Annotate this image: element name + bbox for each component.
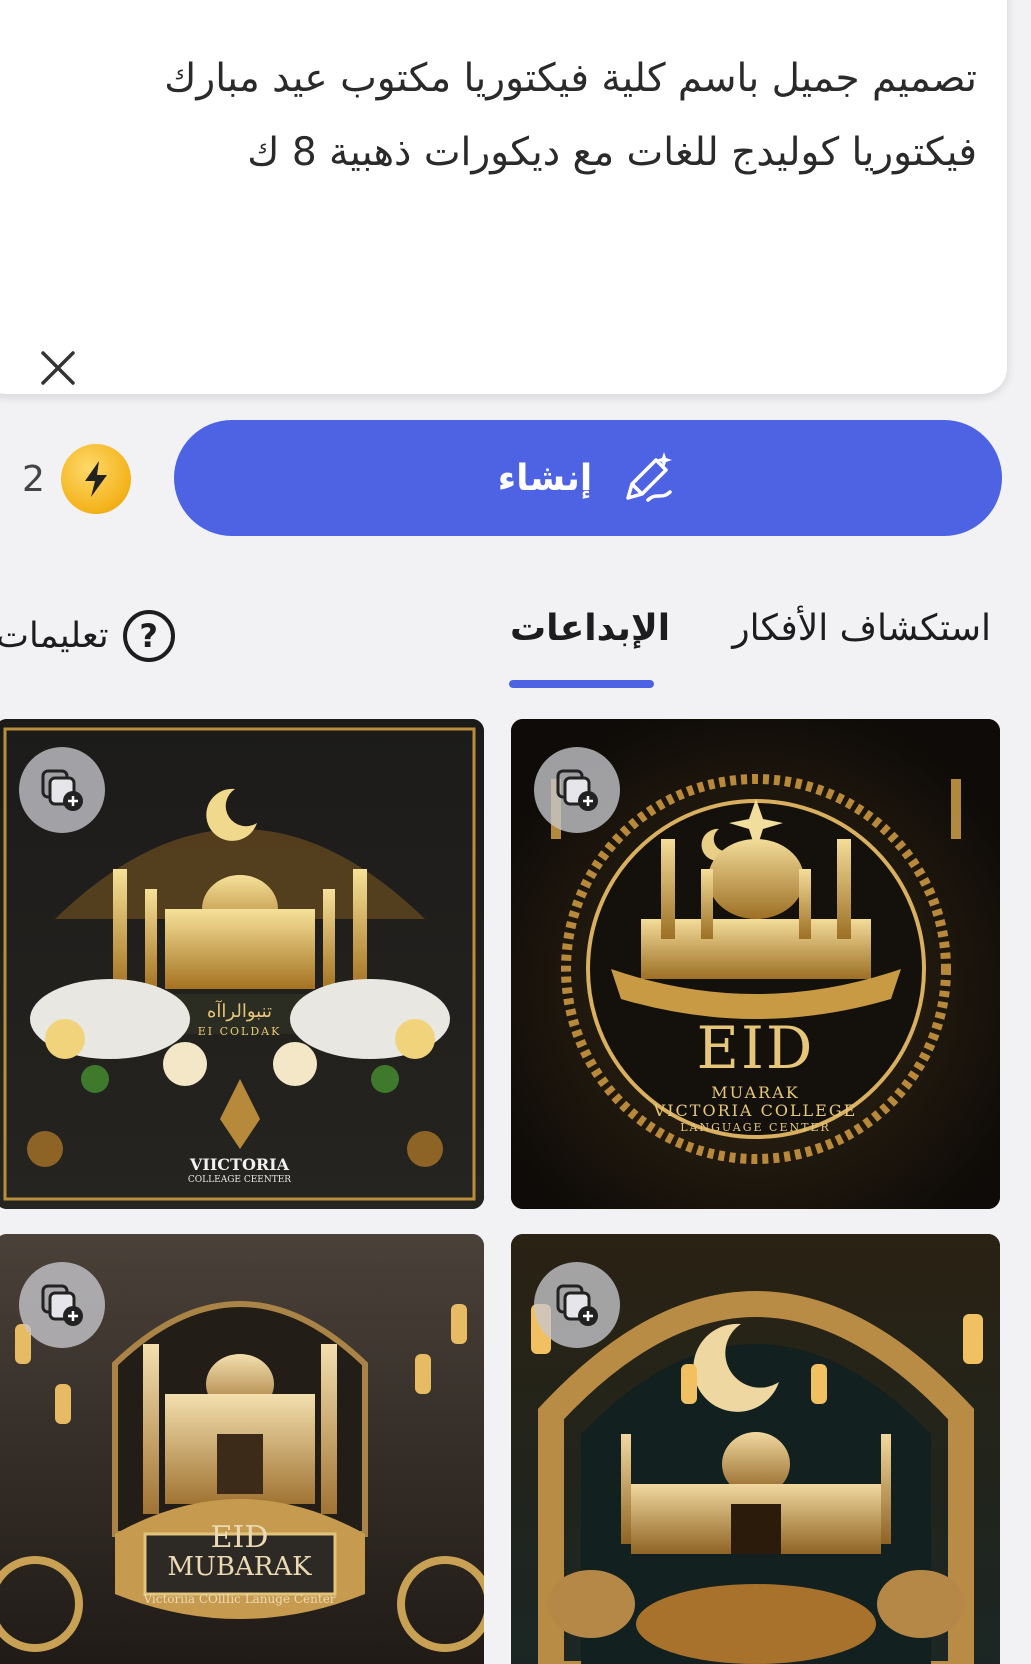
gallery-item[interactable]: EID MUBARAK Victoriia COllIic Lanuge Cen… [0, 1234, 484, 1664]
credits-count: 2 [22, 458, 45, 500]
credits-indicator: 2 [22, 442, 131, 516]
help-button[interactable]: ? تعليمات [0, 610, 175, 662]
help-label: تعليمات [0, 616, 109, 656]
active-tab-indicator [509, 680, 654, 688]
question-mark-icon: ? [122, 610, 175, 662]
gallery-item[interactable]: EID MUARAK VICTORIA COLLEGE LANGUAGE CEN… [511, 719, 1000, 1209]
card-center: COLLEAGE CEENTER [187, 1175, 292, 1185]
card-subtitle: EI COLDAK [197, 1025, 282, 1038]
card-college: VICTORIA COLLEGE [653, 1101, 858, 1120]
gallery-item[interactable] [511, 1234, 1000, 1664]
magic-pen-icon [626, 452, 673, 502]
clear-prompt-button[interactable] [38, 348, 78, 388]
card-center: LANGUAGE CENTER [680, 1121, 831, 1134]
copy-add-button[interactable] [534, 747, 620, 833]
card-college: VIICTORIA [189, 1155, 290, 1174]
close-icon [41, 351, 75, 385]
card-subtitle: MUARAK [711, 1083, 800, 1102]
copy-plus-icon [556, 1284, 598, 1326]
card-subtitle: MUBARAK [167, 1552, 312, 1582]
tab-creations[interactable]: الإبداعات [510, 608, 670, 649]
copy-plus-icon [556, 769, 598, 811]
tab-explore-ideas[interactable]: استكشاف الأفكار [732, 608, 991, 649]
card-college: Victoriia COllIic Lanuge Center [143, 1592, 336, 1606]
copy-add-button[interactable] [19, 1262, 105, 1348]
copy-plus-icon [41, 1284, 83, 1326]
card-arabic-text: تنبوالراآه [206, 1001, 273, 1022]
copy-add-button[interactable] [534, 1262, 620, 1348]
prompt-card[interactable]: تصميم جميل باسم كلية فيكتوريا مكتوب عيد … [0, 0, 1007, 394]
card-title: EID [696, 1014, 815, 1082]
lightning-coin-icon [60, 444, 131, 514]
gallery-item[interactable]: تنبوالراآه EI COLDAK VIICTORIA COLLEAGE … [0, 719, 484, 1209]
app-screen: تصميم جميل باسم كلية فيكتوريا مكتوب عيد … [0, 0, 1031, 1664]
card-title: EID [210, 1520, 269, 1555]
prompt-text[interactable]: تصميم جميل باسم كلية فيكتوريا مكتوب عيد … [37, 42, 977, 190]
copy-plus-icon [41, 769, 83, 811]
create-button-label: إنشاء [497, 457, 593, 499]
copy-add-button[interactable] [19, 747, 105, 833]
create-button[interactable]: إنشاء [174, 420, 1002, 536]
